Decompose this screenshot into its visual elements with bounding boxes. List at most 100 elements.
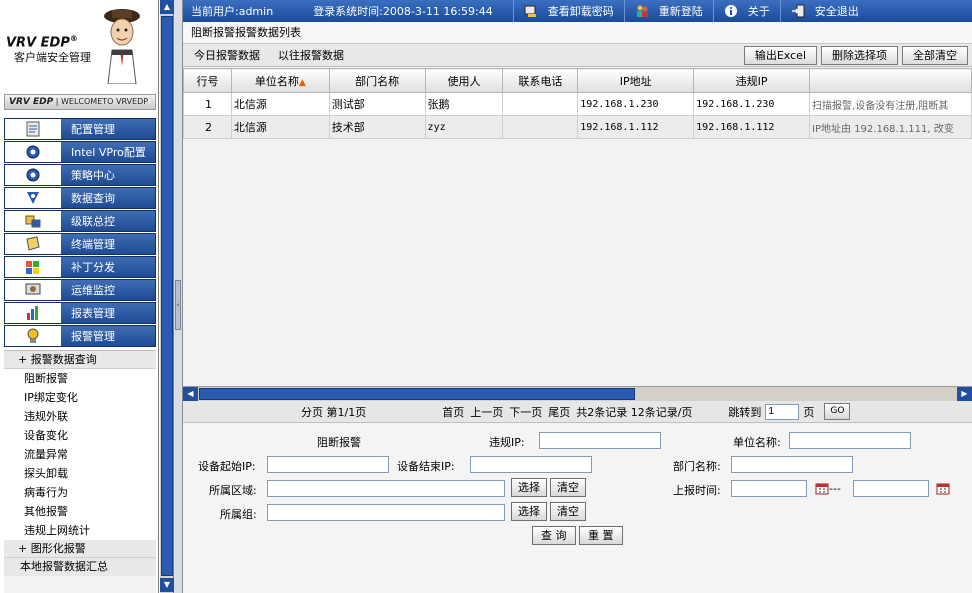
report-time-label: 上报时间: [673,484,721,497]
local-alarm-summary[interactable]: 本地报警数据汇总 [4,558,156,576]
report-chart-icon [5,303,61,323]
hscroll-thumb[interactable] [199,388,635,400]
last-page-link[interactable]: 尾页 [548,406,570,419]
record-summary: 共2条记录 12条记录/页 [576,405,693,419]
submenu-item-virus[interactable]: 病毒行为 [4,483,156,502]
menu-item-alarm[interactable]: 报警管理 [4,325,156,347]
alarm-table-area: 行号 单位名称▲ 部门名称 使用人 联系电话 IP地址 违规IP 1 北信源 测… [183,68,972,409]
region-select-button[interactable]: 选择 [511,478,547,497]
region-clear-button[interactable]: 清空 [550,478,586,497]
page-info: 分页 第1/1页 [301,405,367,419]
go-button[interactable]: GO [824,403,851,420]
menu-item-report[interactable]: 报表管理 [4,302,156,324]
col-header-ip[interactable]: IP地址 [577,68,695,93]
table-row[interactable]: 1 北信源 测试部 张鹅 192.168.1.230 192.168.1.230… [183,92,972,116]
clear-all-button[interactable]: 全部清空 [902,45,968,65]
toolbar-actions: 输出Excel 删除选择项 全部清空 [740,45,972,65]
menu-item-data-query[interactable]: 数据查询 [4,187,156,209]
menu-item-intel-vpro[interactable]: Intel VPro配置 [4,141,156,163]
group-select-button[interactable]: 选择 [511,502,547,521]
end-ip-input[interactable] [470,456,592,473]
submenu-item-traffic-anomaly[interactable]: 流量异常 [4,445,156,464]
view-password-icon [524,5,536,17]
submenu-item-probe-uninstall[interactable]: 探头卸载 [4,464,156,483]
first-page-link[interactable]: 首页 [442,406,464,419]
menu-item-config[interactable]: 配置管理 [4,118,156,140]
col-header-phone[interactable]: 联系电话 [502,68,579,93]
start-ip-input[interactable] [267,456,389,473]
col-header-description[interactable] [809,68,972,93]
table-hscrollbar[interactable]: ◀ ▶ [183,386,972,401]
dept-name-input[interactable] [731,456,853,473]
cell-violation-ip: 192.168.1.112 [693,115,811,139]
jump-page-input[interactable] [765,403,800,420]
cell-index: 1 [183,92,232,116]
tab-today-alarms[interactable]: 今日报警数据 [183,47,267,63]
cell-phone [502,115,579,139]
exit-icon [791,4,805,18]
about-button[interactable]: 关于 [712,0,780,22]
submenu-item-block-alarm[interactable]: 阻断报警 [4,369,156,388]
col-header-index[interactable]: 行号 [183,68,232,93]
scroll-up-icon[interactable]: ▲ [160,0,174,14]
export-excel-button[interactable]: 输出Excel [743,45,817,65]
left-panel: VRV EDP® 客户端安全管理 VRV EDP | WELCOMETO VRV… [0,0,159,593]
menu-item-policy[interactable]: 策略中心 [4,164,156,186]
collapse-arrow-icon[interactable]: ‹ [175,280,181,330]
menu-item-cascade[interactable]: 级联总控 [4,210,156,232]
scroll-right-icon[interactable]: ▶ [957,387,972,401]
data-query-icon [5,188,61,208]
group-input[interactable] [267,504,505,521]
intel-vpro-gear-icon [5,142,61,162]
cell-description: 扫描报警,设备没有注册,阻断其 [809,92,972,116]
tab-past-alarms[interactable]: 以往报警数据 [267,47,351,63]
table-row[interactable]: 2 北信源 技术部 zyz 192.168.1.112 192.168.1.11… [183,115,972,139]
menu-item-ops-monitor[interactable]: 运维监控 [4,279,156,301]
scroll-left-icon[interactable]: ◀ [183,387,198,401]
scroll-down-icon[interactable]: ▼ [160,578,174,592]
query-button[interactable]: 查 询 [532,526,576,545]
ops-monitor-icon [5,280,61,300]
violation-ip-input[interactable] [539,432,661,449]
submenu-item-internet-stats[interactable]: 违规上网统计 [4,521,156,540]
unit-name-input[interactable] [789,432,911,449]
calendar-icon[interactable] [936,482,950,495]
alarm-query-header[interactable]: + 报警数据查询 [4,351,156,369]
col-header-violation-ip[interactable]: 违规IP [693,68,811,93]
search-title: 阻断报警 [317,436,361,449]
left-scrollbar[interactable]: ▲ ▼ [159,0,174,593]
cell-user: 张鹅 [424,92,504,116]
cell-dept: 测试部 [328,92,426,116]
table-header-row: 行号 单位名称▲ 部门名称 使用人 联系电话 IP地址 违规IP [183,68,972,93]
left-scroll-thumb[interactable] [161,16,173,576]
prev-page-link[interactable]: 上一页 [470,406,503,419]
terminal-management-icon [5,234,61,254]
toolbar: 今日报警数据 以往报警数据 输出Excel 删除选择项 全部清空 [183,44,972,67]
submenu-item-ip-binding[interactable]: IP绑定变化 [4,388,156,407]
graphical-alarm-header[interactable]: + 图形化报警 [4,540,156,558]
calendar-icon[interactable] [815,482,829,495]
sort-asc-icon: ▲ [298,77,306,88]
region-input[interactable] [267,480,505,497]
menu-item-terminal[interactable]: 终端管理 [4,233,156,255]
submenu-item-device-change[interactable]: 设备变化 [4,426,156,445]
submenu-item-other-alarm[interactable]: 其他报警 [4,502,156,521]
submenu-item-illegal-outbound[interactable]: 违规外联 [4,407,156,426]
report-time-end-input[interactable] [853,480,929,497]
reset-button[interactable]: 重 置 [579,526,623,545]
panel-splitter[interactable]: ‹ [174,0,183,593]
delete-selected-button[interactable]: 删除选择项 [821,45,898,65]
view-uninstall-password-button[interactable]: 查看卸载密码 [512,0,624,22]
report-time-start-input[interactable] [731,480,807,497]
next-page-link[interactable]: 下一页 [509,406,542,419]
cell-description: IP地址由 192.168.1.111, 改变 [809,115,972,139]
cell-dept: 技术部 [328,115,426,139]
safe-exit-button[interactable]: 安全退出 [779,0,869,22]
menu-item-patch[interactable]: 补丁分发 [4,256,156,278]
group-clear-button[interactable]: 清空 [550,502,586,521]
col-header-user[interactable]: 使用人 [424,68,504,93]
jump-label: 跳转到 [728,405,762,419]
col-header-unit[interactable]: 单位名称▲ [230,68,330,93]
col-header-dept[interactable]: 部门名称 [328,68,426,93]
relogin-button[interactable]: 重新登陆 [623,0,713,22]
